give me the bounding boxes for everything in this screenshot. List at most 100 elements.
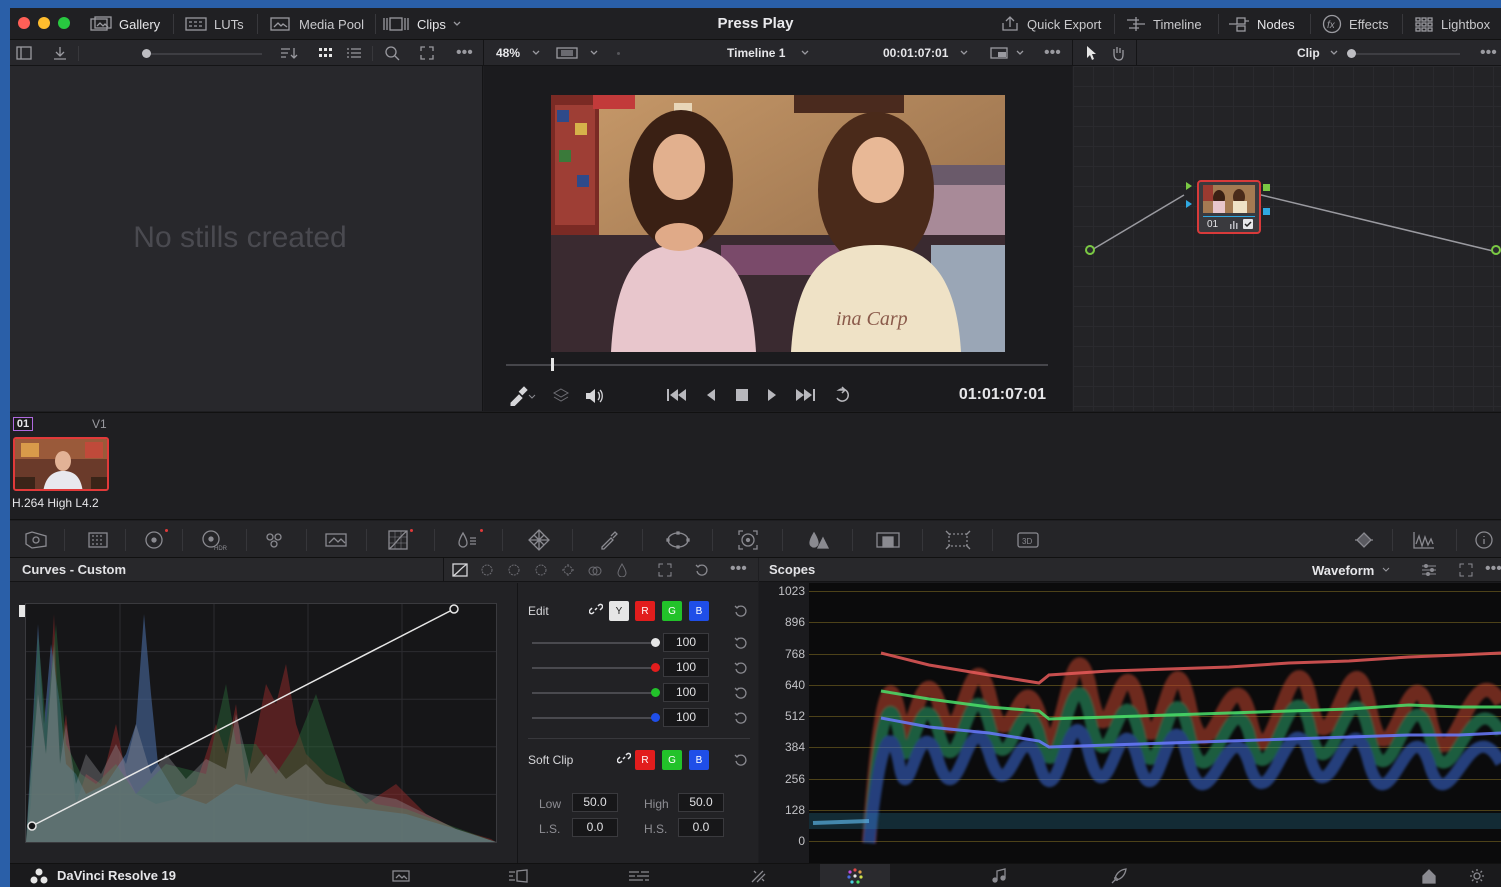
sort-button[interactable] <box>280 40 298 66</box>
link-soft-clip-button[interactable] <box>617 751 631 765</box>
effects-button[interactable]: fx Effects <box>1322 8 1389 40</box>
primaries-wheels-button[interactable] <box>138 521 170 558</box>
hdr-wheels-button[interactable]: HDR <box>198 521 232 558</box>
scopes-toggle-button[interactable] <box>1406 521 1442 558</box>
scope-type-dropdown[interactable]: Waveform <box>1312 558 1390 582</box>
node-key-output[interactable] <box>1263 208 1270 215</box>
intensity-b-value[interactable]: 100 <box>663 708 709 727</box>
scope-settings-button[interactable] <box>1421 563 1437 577</box>
intensity-r-slider[interactable] <box>532 667 658 669</box>
color-page-button[interactable] <box>820 864 890 887</box>
soft-clip-g-button[interactable]: G <box>662 750 682 770</box>
reset-edit-button[interactable] <box>734 604 748 618</box>
hue-vs-hue-button[interactable] <box>479 563 495 577</box>
timeline-dropdown[interactable]: Timeline 1 <box>727 40 809 66</box>
deliver-page-button[interactable] <box>1106 864 1132 887</box>
list-view-button[interactable] <box>346 40 362 66</box>
channel-b-button[interactable]: B <box>689 601 709 621</box>
luts-tab[interactable]: LUTs <box>185 8 244 40</box>
hs-value[interactable]: 0.0 <box>678 818 724 837</box>
blur-button[interactable] <box>800 521 836 558</box>
scopes-options-button[interactable]: ••• <box>1485 560 1501 578</box>
go-to-end-button[interactable] <box>794 387 816 403</box>
pointer-tool-button[interactable] <box>1085 40 1099 66</box>
channel-g-button[interactable]: G <box>662 601 682 621</box>
sat-vs-sat-button[interactable] <box>587 563 603 577</box>
link-channels-button[interactable] <box>589 602 603 616</box>
hue-vs-sat-button[interactable] <box>506 563 522 577</box>
media-pool-tab[interactable]: Media Pool <box>270 8 364 40</box>
go-to-start-button[interactable] <box>666 387 688 403</box>
gallery-tab[interactable]: Gallery <box>90 8 160 40</box>
edit-page-button[interactable] <box>626 864 652 887</box>
curves-options-button[interactable]: ••• <box>730 560 747 578</box>
minimize-window-button[interactable] <box>38 17 50 29</box>
thumbnail-size-handle[interactable] <box>142 49 151 58</box>
clip-thumbnail[interactable] <box>13 437 109 491</box>
search-button[interactable] <box>384 40 400 66</box>
node-output-source[interactable] <box>1491 245 1501 255</box>
fairlight-page-button[interactable] <box>986 864 1012 887</box>
soft-clip-b-button[interactable]: B <box>689 750 709 770</box>
output-dropdown[interactable] <box>990 40 1024 66</box>
corrector-node[interactable]: 01 <box>1197 180 1261 234</box>
key-button[interactable] <box>870 521 906 558</box>
qualifier-button[interactable] <box>592 521 626 558</box>
sizing-button[interactable] <box>940 521 976 558</box>
power-window-button[interactable] <box>660 521 696 558</box>
playhead-handle[interactable] <box>551 358 554 371</box>
keyframes-button[interactable] <box>1346 521 1382 558</box>
channel-r-button[interactable]: R <box>635 601 655 621</box>
viewer-options-button[interactable]: ••• <box>1044 40 1061 66</box>
tracker-button[interactable] <box>730 521 766 558</box>
reset-curves-button[interactable] <box>695 563 709 577</box>
clips-tab[interactable]: Clips <box>382 8 461 40</box>
intensity-g-value[interactable]: 100 <box>663 683 709 702</box>
sat-vs-lum-button[interactable] <box>614 563 630 577</box>
lum-vs-sat-button[interactable] <box>560 563 576 577</box>
custom-curve-button[interactable] <box>452 563 468 577</box>
node-mode-dropdown[interactable]: Clip <box>1297 40 1338 66</box>
color-match-button[interactable] <box>82 521 114 558</box>
reset-b-button[interactable] <box>734 711 748 725</box>
low-value[interactable]: 50.0 <box>572 793 618 812</box>
media-page-button[interactable] <box>388 864 414 887</box>
intensity-b-handle[interactable] <box>651 713 660 722</box>
import-still-button[interactable] <box>52 40 68 66</box>
play-reverse-button[interactable] <box>704 387 718 403</box>
grid-view-button[interactable] <box>318 40 334 66</box>
reset-r-button[interactable] <box>734 661 748 675</box>
timecode-dropdown[interactable]: 00:01:07:01 <box>883 40 968 66</box>
layers-button[interactable] <box>552 387 570 405</box>
color-picker-button[interactable] <box>508 386 536 406</box>
intensity-y-value[interactable]: 100 <box>663 633 709 652</box>
zoom-dropdown[interactable]: 48% <box>496 40 540 66</box>
rgb-mixer-button[interactable] <box>258 521 290 558</box>
high-value[interactable]: 50.0 <box>678 793 724 812</box>
maximize-window-button[interactable] <box>58 17 70 29</box>
panel-toggle-button[interactable] <box>16 40 32 66</box>
intensity-r-handle[interactable] <box>651 663 660 672</box>
expand-curves-button[interactable] <box>658 563 672 577</box>
thumbnail-size-slider[interactable] <box>142 53 262 55</box>
close-window-button[interactable] <box>18 17 30 29</box>
hand-tool-button[interactable] <box>1110 40 1126 66</box>
camera-raw-button[interactable] <box>20 521 52 558</box>
fusion-page-button[interactable] <box>746 864 772 887</box>
node-zoom-slider[interactable] <box>1350 53 1460 55</box>
intensity-g-slider[interactable] <box>532 692 658 694</box>
curves-button[interactable] <box>382 521 414 558</box>
expand-gallery-button[interactable] <box>420 40 434 66</box>
color-warper-mesh-button[interactable] <box>522 521 556 558</box>
gallery-options-button[interactable]: ••• <box>456 40 473 66</box>
settings-button[interactable] <box>1464 864 1490 887</box>
lightbox-button[interactable]: Lightbox <box>1414 8 1490 40</box>
cut-page-button[interactable] <box>506 864 532 887</box>
node-options-button[interactable]: ••• <box>1480 40 1497 66</box>
soft-clip-r-button[interactable]: R <box>635 750 655 770</box>
reset-soft-clip-button[interactable] <box>734 753 748 767</box>
scrub-bar[interactable] <box>506 364 1048 366</box>
nodes-button[interactable]: Nodes <box>1228 8 1295 40</box>
reset-y-button[interactable] <box>734 636 748 650</box>
intensity-r-value[interactable]: 100 <box>663 658 709 677</box>
